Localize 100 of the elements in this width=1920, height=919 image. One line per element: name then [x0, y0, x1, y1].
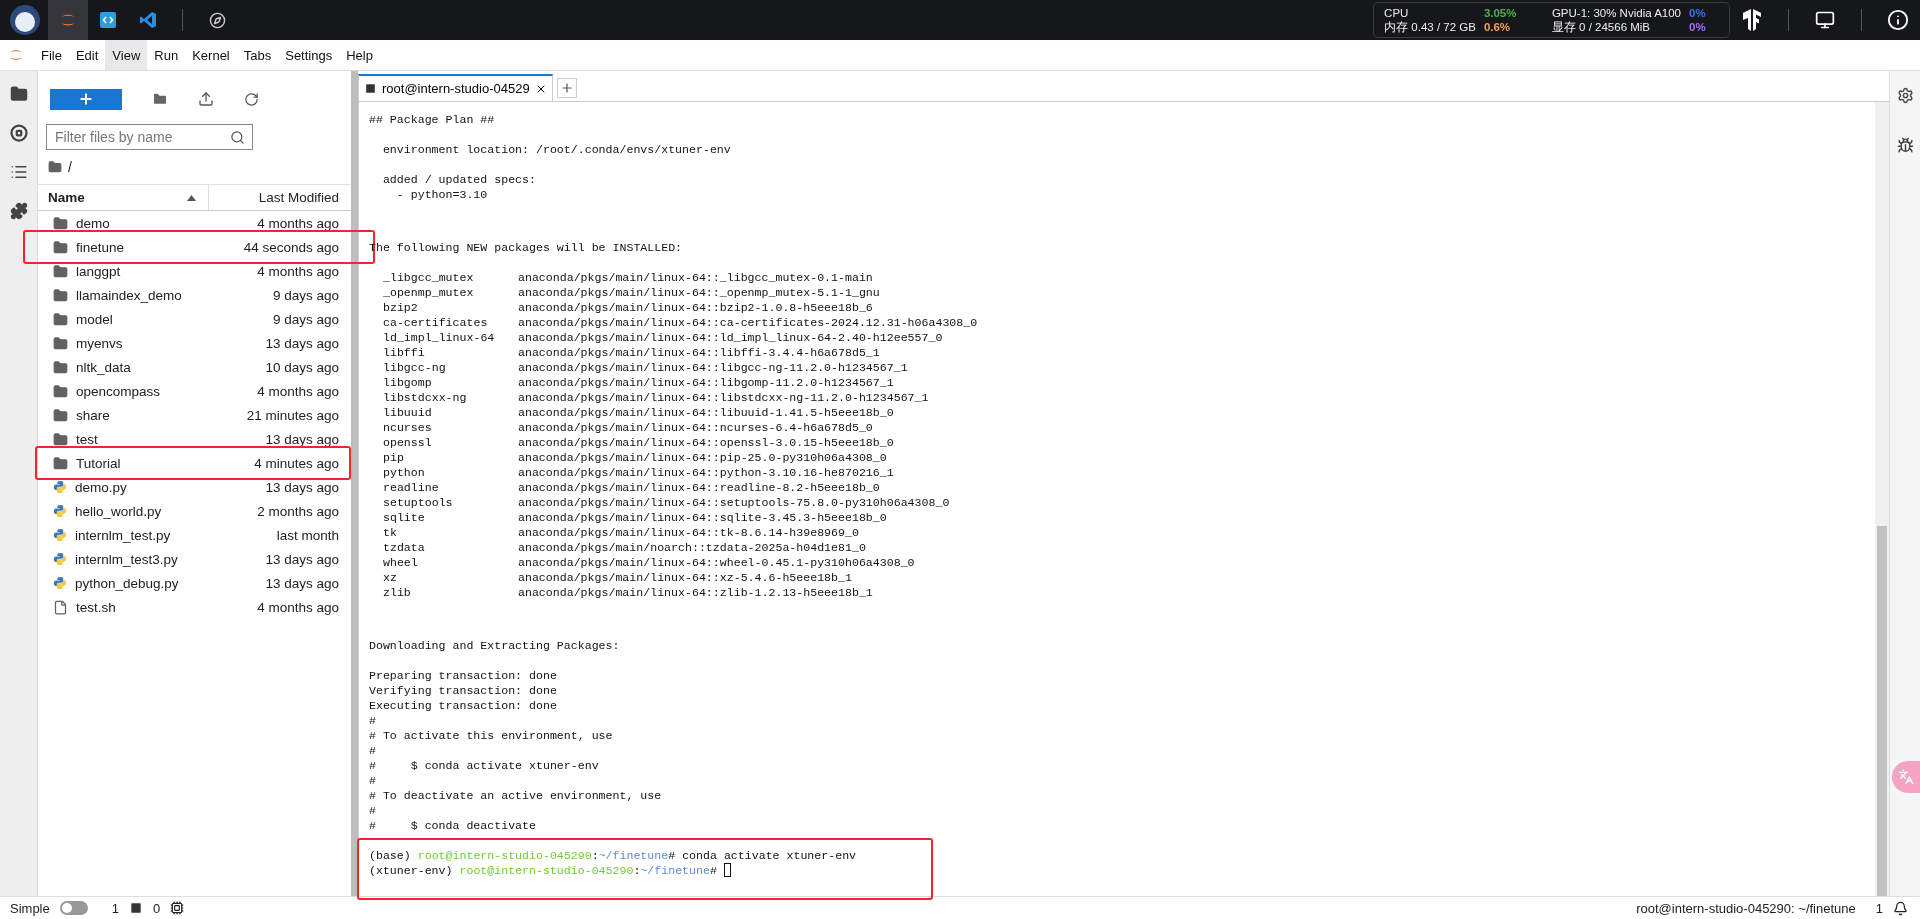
menu-item[interactable]: Kernel: [185, 40, 237, 70]
modified-time: 13 days ago: [265, 335, 339, 351]
package-source: anaconda/pkgs/main/noarch::tzdata-2025a-h04d1e81_0: [518, 540, 866, 555]
file-name: langgpt: [76, 263, 122, 279]
terminal-icon: [129, 901, 143, 915]
folder-icon: [53, 263, 68, 279]
terminal-line: # $ conda activate xtuner-env: [369, 758, 600, 773]
terminal-line: # To activate this environment, use: [369, 728, 614, 743]
compass-icon: [208, 11, 226, 29]
python-file-icon: [53, 504, 67, 518]
package-source: anaconda/pkgs/main/linux-64::xz-5.4.6-h5eee18b_1: [518, 570, 852, 585]
file-row[interactable]: hello_world.py 2 months ago: [38, 499, 351, 523]
terminal-count: 1: [111, 900, 119, 916]
file-row[interactable]: model 9 days ago: [38, 307, 351, 331]
menu-item[interactable]: Settings: [278, 40, 340, 70]
file-row[interactable]: internlm_test3.py 13 days ago: [38, 547, 351, 571]
package-source: anaconda/pkgs/main/linux-64::tk-8.6.14-h39e8969_0: [518, 525, 859, 540]
file-name: internlm_test.py: [75, 527, 172, 543]
mode-label: Simple: [10, 900, 50, 916]
prompt-symbol: #: [709, 864, 717, 877]
package-source: anaconda/pkgs/main/linux-64::libstdcxx-ng-11.2.0-h1234567_1: [518, 390, 929, 405]
file-row[interactable]: myenvs 13 days ago: [38, 331, 351, 355]
file-row[interactable]: langgpt 4 months ago: [38, 259, 351, 283]
column-header[interactable]: Name: [48, 190, 85, 205]
menu-item[interactable]: File: [34, 40, 69, 70]
prompt-user: root@intern-studio-045290: [417, 849, 592, 862]
add-tab-icon[interactable]: [556, 78, 577, 98]
terminal-line: Executing transaction: done: [369, 698, 558, 713]
file-row[interactable]: demo 4 months ago: [38, 211, 351, 235]
modified-time: 13 days ago: [265, 479, 339, 495]
folder-icon[interactable]: [9, 85, 28, 103]
package-name: libgomp: [383, 375, 433, 390]
puzzle-icon[interactable]: [9, 202, 28, 220]
refresh-icon[interactable]: [244, 91, 259, 107]
package-name: readline: [383, 480, 440, 495]
package-name: sqlite: [383, 510, 426, 525]
file-row[interactable]: share 21 minutes ago: [38, 403, 351, 427]
file-row[interactable]: llamaindex_demo 9 days ago: [38, 283, 351, 307]
package-source: anaconda/pkgs/main/linux-64::openssl-3.0.15-h5eee18b_0: [518, 435, 894, 450]
python-file-icon: [53, 480, 67, 494]
package-name: ncurses: [383, 420, 433, 435]
bug-icon[interactable]: [1896, 137, 1914, 154]
breadcrumb[interactable]: /: [68, 159, 72, 175]
folder-icon: [53, 311, 68, 327]
modified-time: 2 months ago: [257, 503, 339, 519]
upload-icon[interactable]: [198, 91, 214, 107]
modified-time: 9 days ago: [272, 287, 339, 303]
menu-item[interactable]: Tabs: [236, 40, 279, 70]
file-row[interactable]: nltk_data 10 days ago: [38, 355, 351, 379]
file-name: demo: [76, 215, 111, 231]
avatar-logo[interactable]: [8, 3, 42, 37]
filter-field[interactable]: Filter files by name: [46, 124, 253, 150]
resource-value: 0.6%: [1483, 20, 1511, 34]
prompt-symbol: #: [668, 849, 676, 862]
python-file-icon: [53, 552, 67, 566]
menu-item[interactable]: Edit: [68, 40, 106, 70]
terminal-line: Preparing transaction: done: [369, 668, 558, 683]
resource-label: 显存 0 / 24566 MiB: [1551, 20, 1652, 34]
column-header[interactable]: Last Modified: [209, 190, 351, 205]
mode-toggle[interactable]: [59, 901, 88, 915]
file-row[interactable]: finetune 44 seconds ago: [38, 235, 351, 259]
package-source: anaconda/pkgs/main/linux-64::libgcc-ng-11.2.0-h1234567_1: [518, 360, 908, 375]
package-name: xz: [383, 570, 398, 585]
file-row[interactable]: demo.py 13 days ago: [38, 475, 351, 499]
file-row[interactable]: python_debug.py 13 days ago: [38, 571, 351, 595]
new-launcher-button[interactable]: [50, 88, 122, 110]
package-source: anaconda/pkgs/main/linux-64::zlib-1.2.13-h5eee18b_1: [518, 585, 873, 600]
modified-time: 4 months ago: [257, 599, 339, 615]
file-row[interactable]: internlm_test.py last month: [38, 523, 351, 547]
bell-icon[interactable]: [1893, 900, 1908, 916]
package-name: zlib: [383, 585, 412, 600]
file-name: demo.py: [75, 479, 128, 495]
menu-item[interactable]: Help: [339, 40, 380, 70]
list-icon[interactable]: [9, 163, 28, 181]
package-source: anaconda/pkgs/main/linux-64::readline-8.2-h5eee18b_0: [518, 480, 880, 495]
file-name: llamaindex_demo: [76, 287, 183, 303]
search-icon: [230, 130, 245, 145]
scrollbar[interactable]: [1875, 102, 1889, 896]
file-row[interactable]: opencompass 4 months ago: [38, 379, 351, 403]
prompt-path: ~/finetune: [640, 864, 710, 877]
menu-item[interactable]: View: [105, 40, 148, 70]
settings-icon[interactable]: [1896, 87, 1914, 104]
file-row[interactable]: Tutorial 4 minutes ago: [38, 451, 351, 475]
terminal-location: root@intern-studio-045290: ~/finetune: [1636, 900, 1856, 916]
resource-label: 内存 0.43 / 72 GB: [1384, 20, 1476, 34]
terminal-line: # $ conda deactivate: [369, 818, 537, 833]
terminal-tab[interactable]: root@intern-studio-04529: [358, 74, 553, 101]
file-row[interactable]: test.sh 4 months ago: [38, 595, 351, 619]
terminal-line: - python=3.10: [395, 187, 489, 202]
file-row[interactable]: test 13 days ago: [38, 427, 351, 451]
package-source: anaconda/pkgs/main/linux-64::libuuid-1.41.5-h5eee18b_0: [518, 405, 894, 420]
stop-icon[interactable]: [9, 124, 28, 142]
new-folder-icon[interactable]: [152, 91, 168, 107]
menu-item[interactable]: Run: [147, 40, 186, 70]
package-name: tk: [383, 525, 398, 540]
package-name: libstdcxx-ng: [383, 390, 468, 405]
package-source: anaconda/pkgs/main/linux-64::ncurses-6.4-h6a678d5_0: [518, 420, 873, 435]
vscode-icon: [139, 11, 157, 29]
sort-caret-icon: [187, 194, 196, 201]
notification-count: 1: [1875, 900, 1883, 916]
